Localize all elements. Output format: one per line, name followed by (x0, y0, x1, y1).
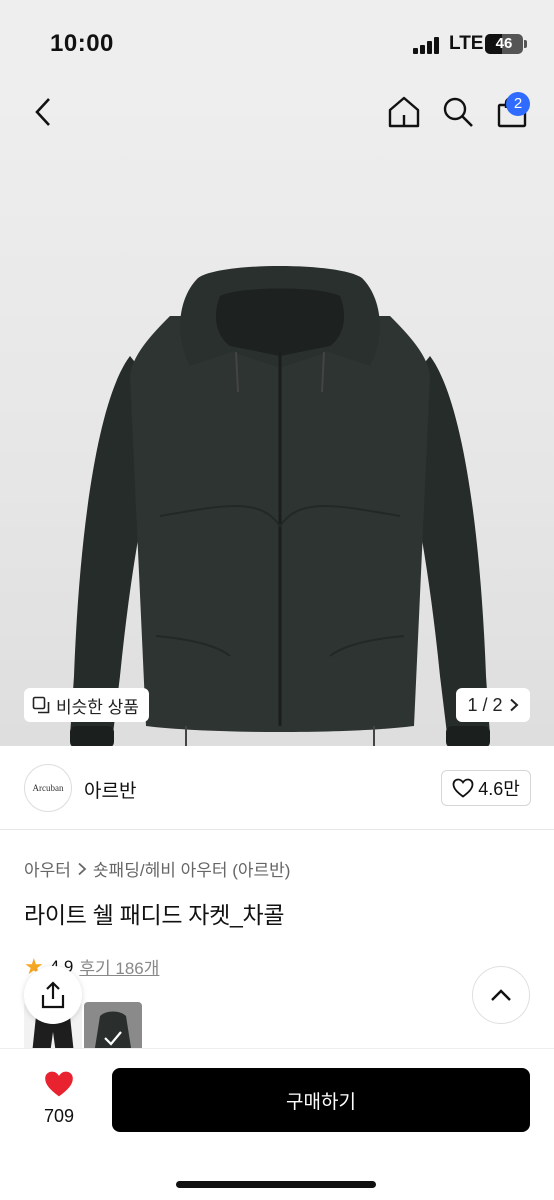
similar-products-button[interactable]: 비슷한 상품 (24, 688, 149, 722)
breadcrumb-subcategory[interactable]: 숏패딩/헤비 아우터 (아르반) (93, 856, 291, 881)
jacket-thumb-image (94, 1011, 132, 1054)
buy-button[interactable]: 구매하기 (112, 1068, 530, 1132)
search-button[interactable] (438, 92, 478, 132)
brand-logo-text: Arcuban (32, 783, 64, 793)
copy-icon (32, 696, 50, 714)
brand-like-count: 4.6만 (478, 779, 520, 799)
bottom-action-bar: 709 구매하기 (0, 1048, 554, 1200)
share-icon (41, 981, 65, 1009)
scroll-to-top-button[interactable] (472, 966, 530, 1024)
chevron-right-icon (78, 862, 87, 875)
product-image[interactable]: 비슷한 상품 1 / 2 (0, 86, 554, 746)
back-button[interactable] (26, 90, 60, 134)
breadcrumb: 아우터 숏패딩/헤비 아우터 (아르반) (24, 856, 290, 881)
image-page-indicator[interactable]: 1 / 2 (456, 688, 530, 722)
reviews-link[interactable]: 후기 186개 (79, 954, 159, 979)
signal-icon (413, 36, 443, 54)
jacket-image (70, 266, 490, 746)
chevron-right-icon (509, 698, 518, 712)
product-title: 라이트 쉘 패디드 자켓_차콜 (24, 902, 285, 928)
status-time: 10:00 (50, 30, 114, 57)
chevron-up-icon (491, 989, 511, 1001)
wishlist-button[interactable]: 709 (24, 1069, 94, 1129)
network-label: LTE (449, 33, 484, 54)
chevron-left-icon (35, 98, 50, 126)
color-option-thumb-selected[interactable] (84, 1002, 142, 1054)
home-icon (388, 96, 420, 128)
brand-name[interactable]: 아르반 (84, 776, 136, 803)
brand-logo[interactable]: Arcuban (24, 764, 72, 812)
search-icon (443, 97, 473, 127)
status-bar: 10:00 LTE 46 (0, 0, 554, 86)
cart-count-badge: 2 (506, 92, 530, 116)
similar-products-label: 비슷한 상품 (56, 697, 139, 717)
battery-icon: 46 (485, 34, 523, 54)
breadcrumb-category[interactable]: 아우터 (24, 856, 71, 881)
home-indicator (176, 1181, 376, 1188)
page-indicator-label: 1 / 2 (467, 694, 503, 715)
wishlist-count: 709 (43, 1106, 75, 1126)
battery-level: 46 (495, 35, 513, 52)
share-button[interactable] (24, 966, 82, 1024)
battery-nub (524, 40, 527, 48)
home-button[interactable] (384, 92, 424, 132)
brand-row[interactable]: Arcuban 아르반 4.6만 (0, 746, 554, 830)
heart-filled-icon (45, 1071, 73, 1097)
heart-outline-icon (452, 778, 474, 798)
check-icon (104, 1031, 122, 1046)
brand-like-button[interactable]: 4.6만 (441, 770, 531, 806)
